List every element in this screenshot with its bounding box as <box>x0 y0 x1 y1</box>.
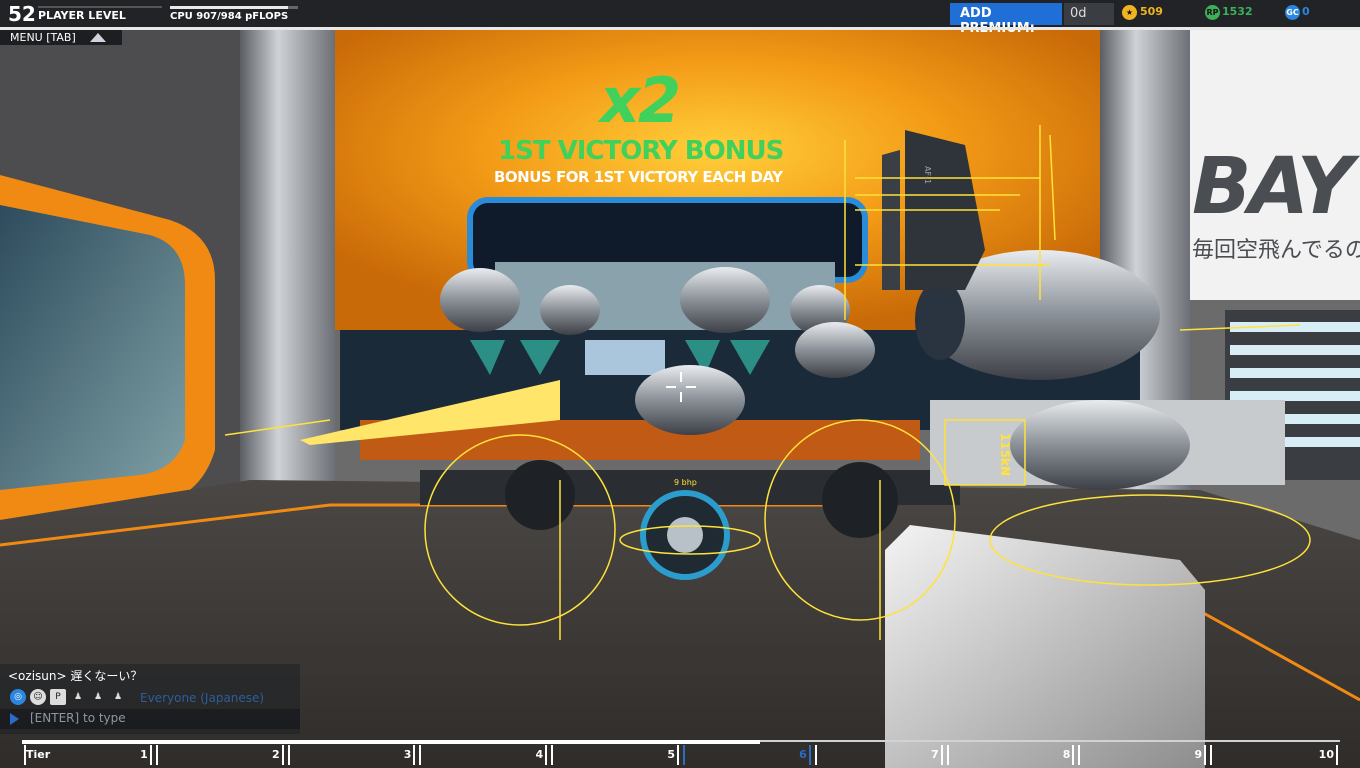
currency-rank-value: 509 <box>1140 5 1163 18</box>
tier-number: 5 <box>667 748 675 761</box>
tier-number: 7 <box>930 748 939 761</box>
chat-channel-label[interactable]: Everyone (Japanese) <box>140 691 264 705</box>
garage-scene: x2 1ST VICTORY BONUS BONUS FOR 1ST VICTO… <box>0 0 1360 768</box>
tier-cell-6: 6 <box>683 745 811 765</box>
tier-progress-bar: Tier 1 2 3 4 5 6 7 8 9 10 <box>22 740 1340 768</box>
tier-cell-4: 4 <box>419 745 548 765</box>
add-premium-label: ADD PREMIUM: <box>960 6 1035 36</box>
crosshair-icon <box>666 372 696 402</box>
thruster-force-readout: 115kN <box>998 433 1012 477</box>
chat-message: <ozisun> 遅くなーい？ <box>8 669 143 683</box>
bonus-title: 1ST VICTORY BONUS <box>498 136 784 166</box>
premium-days-value: 0d <box>1070 6 1087 21</box>
tier-number: 6 <box>799 748 807 761</box>
player-level-number: 52 <box>8 2 36 26</box>
private-icon[interactable]: ♟ <box>110 689 126 705</box>
tier-cell-2: 2 <box>155 745 284 765</box>
currency-gc-value: 0 <box>1302 5 1310 18</box>
tier-number: 1 <box>140 748 148 761</box>
tier-cell-1: 1 <box>24 745 152 765</box>
tier-number: 8 <box>1062 748 1071 761</box>
top-divider <box>0 27 1360 30</box>
currency-robits-value: 1532 <box>1222 5 1253 18</box>
wall-sign-text: BAY <box>1192 142 1353 232</box>
tier-number: 2 <box>271 748 280 761</box>
tier-number: 3 <box>403 748 412 761</box>
wall-sign-japanese: 毎回空飛んでるの <box>1192 238 1360 263</box>
player-level-progress <box>38 6 162 8</box>
party-icon[interactable]: P <box>50 689 66 705</box>
wheel-power-readout: 9 bhp <box>674 478 697 487</box>
tier-number: 4 <box>535 748 544 761</box>
clan-icon[interactable]: ♟ <box>70 689 86 705</box>
chat-input-placeholder: [ENTER] to type <box>30 711 126 725</box>
premium-days-display: 0d <box>1064 3 1114 25</box>
robit-points-icon: RP <box>1205 5 1220 20</box>
caret-up-icon <box>90 33 106 42</box>
chat-input[interactable]: [ENTER] to type <box>0 709 300 729</box>
menu-tab-label: MENU [TAB] <box>10 31 76 44</box>
tier-cell-8: 8 <box>946 745 1075 765</box>
chat-panel: <ozisun> 遅くなーい？ ◎ ☺ P ♟ ♟ ♟ Everyone (Ja… <box>0 664 300 734</box>
chat-send-icon <box>10 713 19 725</box>
globe-icon[interactable]: ◎ <box>10 689 26 705</box>
tier-progress-fill <box>22 740 761 744</box>
star-rank-icon: ★ <box>1122 5 1137 20</box>
tier-cell-3: 3 <box>287 745 416 765</box>
cpu-usage-fill <box>170 6 288 9</box>
tier-cell-5: 5 <box>551 745 679 765</box>
tier-number: 9 <box>1194 748 1203 761</box>
tier-cell-7: 7 <box>814 745 943 765</box>
tier-cell-10: 10 <box>1210 745 1338 765</box>
tier-cell-9: 9 <box>1078 745 1207 765</box>
person-icon[interactable]: ☺ <box>30 689 46 705</box>
cpu-usage-bar <box>170 6 298 9</box>
add-premium-button[interactable]: ADD PREMIUM: <box>950 3 1062 36</box>
bonus-subtitle: BONUS FOR 1ST VICTORY EACH DAY <box>494 168 783 186</box>
tier-number: 10 <box>1318 748 1334 761</box>
cpu-usage-label: CPU 907/984 pFLOPS <box>170 11 289 22</box>
player-level-label: PLAYER LEVEL <box>38 9 126 22</box>
menu-tab-button[interactable]: MENU [TAB] <box>0 30 122 45</box>
fin-label: AF-1 <box>923 166 932 185</box>
top-hud: 52 PLAYER LEVEL CPU 907/984 pFLOPS ADD P… <box>0 0 1360 36</box>
bonus-multiplier: x2 <box>600 64 681 137</box>
galaxy-cosmetic-credits-icon: GC <box>1285 5 1300 20</box>
friends-icon[interactable]: ♟ <box>90 689 106 705</box>
